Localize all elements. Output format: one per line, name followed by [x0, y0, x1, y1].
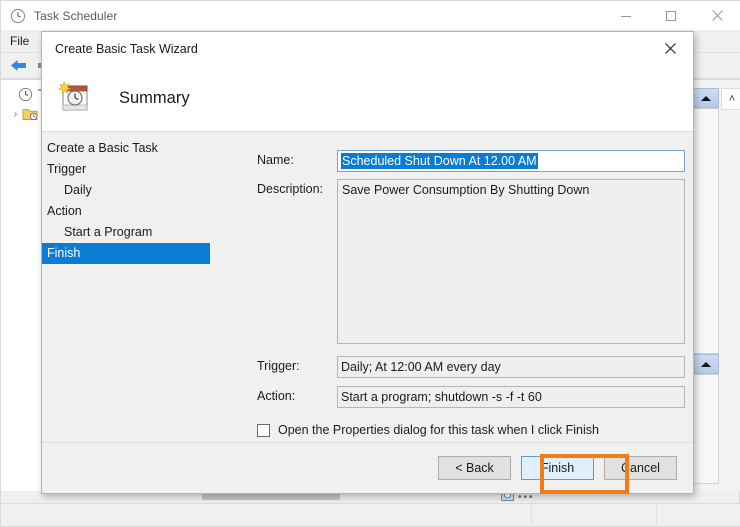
status-segment-1	[531, 504, 656, 527]
nav-item-trigger[interactable]: Trigger	[42, 159, 257, 180]
summary-pane: Name: Scheduled Shut Down At 12.00 AM De…	[257, 132, 685, 472]
name-input[interactable]: Scheduled Shut Down At 12.00 AM	[337, 150, 685, 172]
status-bar	[1, 503, 740, 527]
dialog-title: Create Basic Task Wizard	[55, 41, 198, 56]
name-label: Name:	[257, 153, 294, 167]
action-value: Start a program; shutdown -s -f -t 60	[337, 386, 685, 408]
nav-item-daily[interactable]: Daily	[42, 180, 257, 201]
open-properties-checkbox[interactable]	[257, 423, 270, 437]
chevron-up-icon: ˄	[728, 93, 736, 105]
main-window-title: Task Scheduler	[34, 8, 118, 23]
window-controls	[603, 1, 740, 30]
nav-item-start-a-program[interactable]: Start a Program	[42, 222, 257, 243]
folder-clock-icon	[22, 107, 38, 121]
caret-up-icon	[701, 95, 711, 101]
wizard-step-nav: Create a Basic Task Trigger Daily Action…	[42, 132, 257, 443]
main-titlebar: Task Scheduler	[1, 1, 740, 30]
back-arrow-icon[interactable]	[7, 56, 29, 76]
nav-item-create-a-basic-task[interactable]: Create a Basic Task	[42, 138, 257, 159]
dialog-heading: Summary	[119, 88, 190, 107]
dialog-content: Create a Basic Task Trigger Daily Action…	[42, 132, 693, 472]
dialog-titlebar: Create Basic Task Wizard	[42, 32, 693, 65]
back-button[interactable]: < Back	[438, 456, 511, 480]
action-label: Action:	[257, 389, 296, 403]
clock-icon	[18, 87, 33, 102]
status-segment-2	[656, 504, 740, 527]
create-basic-task-wizard-dialog: Create Basic Task Wizard Summary Create …	[41, 31, 694, 494]
trigger-field-row: Trigger: Daily; At 12:00 AM every day	[257, 356, 685, 378]
nav-item-action[interactable]: Action	[42, 201, 257, 222]
dialog-footer: < Back Finish Cancel	[42, 442, 693, 493]
caret-up-icon	[701, 361, 711, 367]
clock-icon	[9, 7, 26, 24]
actions-pane: ˄	[693, 80, 740, 491]
action-field-row: Action: Start a program; shutdown -s -f …	[257, 386, 685, 408]
screenshot-root: Task Scheduler File › ˄ ••• Create Basic…	[0, 0, 740, 527]
menu-item-file[interactable]: File	[1, 32, 38, 50]
actions-collapse-bottom[interactable]	[693, 354, 719, 374]
trigger-value: Daily; At 12:00 AM every day	[337, 356, 685, 378]
maximize-button[interactable]	[648, 1, 693, 30]
calendar-clock-starburst-icon	[56, 80, 92, 116]
dialog-close-button[interactable]	[647, 32, 693, 65]
cancel-button[interactable]: Cancel	[604, 456, 677, 480]
actions-strip-lower	[693, 374, 719, 484]
trigger-label: Trigger:	[257, 359, 300, 373]
close-button[interactable]	[693, 1, 740, 30]
open-properties-checkbox-row[interactable]: Open the Properties dialog for this task…	[257, 423, 685, 437]
actions-chevron-up-button[interactable]: ˄	[721, 88, 740, 110]
description-field-row: Description: Save Power Consumption By S…	[257, 179, 685, 344]
actions-strip-upper	[693, 108, 719, 354]
name-input-value: Scheduled Shut Down At 12.00 AM	[341, 153, 538, 169]
finish-button[interactable]: Finish	[521, 456, 594, 480]
description-input[interactable]: Save Power Consumption By Shutting Down	[337, 179, 685, 344]
dialog-header: Summary	[42, 65, 693, 132]
name-field-row: Name: Scheduled Shut Down At 12.00 AM	[257, 150, 685, 172]
minimize-button[interactable]	[603, 1, 648, 30]
horizontal-scroll-thumb[interactable]	[202, 493, 340, 500]
open-properties-checkbox-label: Open the Properties dialog for this task…	[278, 423, 599, 437]
actions-collapse-top[interactable]	[693, 88, 719, 108]
tree-chevron-icon[interactable]: ›	[9, 109, 22, 120]
description-label: Description:	[257, 182, 323, 196]
nav-item-finish[interactable]: Finish	[42, 243, 210, 264]
